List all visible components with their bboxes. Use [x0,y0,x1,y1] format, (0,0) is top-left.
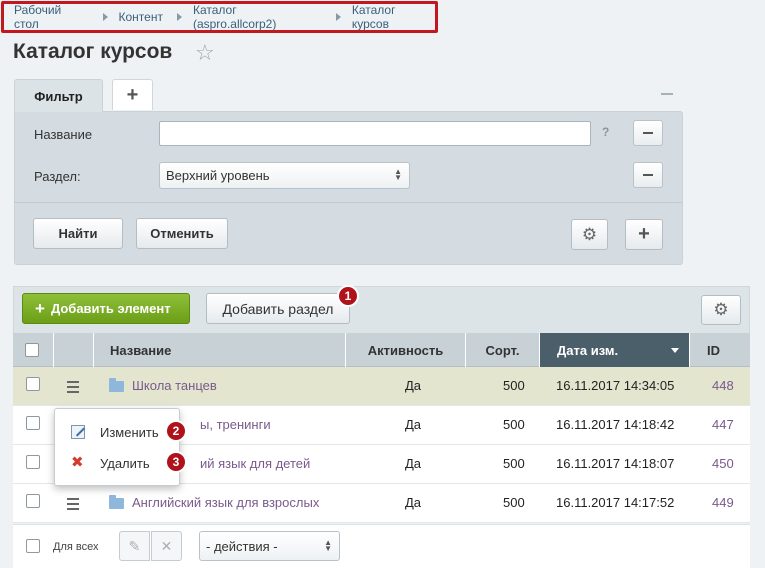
breadcrumb-item-courses[interactable]: Каталог курсов [352,3,435,31]
cancel-filter-button[interactable]: Отменить [136,218,228,249]
filter-settings-button[interactable]: ⚙ [571,219,608,250]
row-id[interactable]: 447 [712,417,734,432]
help-icon[interactable]: ? [602,125,609,139]
apply-all-checkbox[interactable] [26,539,40,553]
row-checkbox[interactable] [26,377,40,391]
add-element-label: Добавить элемент [50,301,171,316]
breadcrumb-separator-icon [176,13,182,21]
row-context-menu: Изменить ✖ Удалить [54,408,180,486]
for-all-label: Для всех [53,541,99,553]
row-sort: 500 [503,456,525,471]
page-title: Каталог курсов [13,40,173,63]
sort-desc-icon [671,348,679,353]
header-checkbox-cell [13,333,54,367]
section-select[interactable]: Верхний уровень ▲ ▼ [159,162,410,189]
row-id[interactable]: 450 [712,456,734,471]
plus-icon: + [638,223,650,245]
table-row[interactable]: Школа танцев Да 500 16.11.2017 14:34:05 … [13,367,750,406]
pencil-icon: ✎ [128,537,141,554]
row-id[interactable]: 449 [712,495,734,510]
close-icon: ✕ [160,537,173,554]
column-header-active[interactable]: Активность [346,333,466,367]
step-badge-1: 1 [337,285,359,307]
breadcrumb: Рабочий стол Контент Каталог (aspro.allc… [1,1,438,33]
minus-icon [643,174,653,176]
column-header-date[interactable]: Дата изм. [540,333,690,367]
grid-settings-button[interactable]: ⚙ [701,295,741,325]
delete-selected-button[interactable]: ✕ [151,531,182,561]
column-header-sort[interactable]: Сорт. [466,333,540,367]
edit-selected-button[interactable]: ✎ [119,531,150,561]
row-id[interactable]: 448 [712,378,734,393]
select-all-checkbox[interactable] [25,343,39,357]
breadcrumb-separator-icon [102,13,108,21]
find-button[interactable]: Найти [33,218,123,249]
name-input[interactable] [159,121,591,146]
add-filter-tab-button[interactable]: + [112,79,153,110]
column-header-name[interactable]: Название [94,333,346,367]
column-header-id[interactable]: ID [690,333,750,367]
folder-icon [109,378,124,392]
row-active: Да [405,456,422,471]
row-date: 16.11.2017 14:34:05 [556,378,675,393]
row-date: 16.11.2017 14:18:42 [556,417,675,432]
plus-icon: + [126,83,139,106]
header-actions-cell [54,333,94,367]
gear-icon: ⚙ [713,300,729,319]
menu-item-edit-label: Изменить [100,424,159,440]
menu-item-delete-label: Удалить [100,455,150,471]
row-date: 16.11.2017 14:18:07 [556,456,675,471]
row-checkbox[interactable] [26,455,40,469]
step-badge-2: 2 [165,420,187,442]
breadcrumb-item-desktop[interactable]: Рабочий стол [14,3,89,31]
row-name-link[interactable]: Английский язык для взрослых [132,495,319,510]
plus-icon: + [35,298,45,318]
breadcrumb-item-catalog[interactable]: Каталог (aspro.allcorp2) [193,3,322,31]
minus-icon [643,132,653,134]
step-badge-3: 3 [165,451,187,473]
row-sort: 500 [503,495,525,510]
select-arrows-icon: ▲ ▼ [394,167,402,182]
menu-item-edit[interactable]: Изменить [55,419,179,445]
add-filter-field-button[interactable]: + [625,219,663,250]
actions-select-value: - действия - [206,538,278,554]
gear-icon: ⚙ [581,224,598,244]
table-row[interactable]: Английский язык для взрослых Да 500 16.1… [13,484,750,523]
delete-icon: ✖ [71,454,84,471]
edit-icon [71,425,85,439]
select-arrows-icon: ▲ ▼ [324,538,332,553]
section-select-value: Верхний уровень [166,168,270,183]
minimize-filter-icon[interactable] [661,93,673,95]
row-active: Да [405,495,422,510]
row-date: 16.11.2017 14:17:52 [556,495,675,510]
row-sort: 500 [503,417,525,432]
row-menu-icon[interactable] [67,498,79,513]
row-sort: 500 [503,378,525,393]
remove-name-field-button[interactable] [633,120,663,146]
add-section-button[interactable]: Добавить раздел [206,293,350,324]
name-field-label: Название [34,127,93,142]
breadcrumb-separator-icon [335,13,341,21]
column-header-date-label: Дата изм. [557,342,619,358]
add-element-button[interactable]: + Добавить элемент [22,293,190,324]
row-checkbox[interactable] [26,494,40,508]
breadcrumb-item-content[interactable]: Контент [119,10,163,24]
row-menu-icon[interactable] [67,381,79,396]
folder-icon [109,495,124,509]
row-active: Да [405,417,422,432]
row-name-link[interactable]: ий язык для детей [200,456,310,471]
actions-select[interactable]: - действия - ▲ ▼ [199,531,340,561]
row-checkbox[interactable] [26,416,40,430]
filter-divider [14,202,683,203]
row-name-link[interactable]: ы, тренинги [200,417,271,432]
row-active: Да [405,378,422,393]
menu-item-delete[interactable]: ✖ Удалить [55,450,179,476]
row-name-link[interactable]: Школа танцев [132,378,217,393]
section-field-label: Раздел: [34,169,81,184]
star-icon[interactable]: ☆ [195,40,215,66]
tab-filter[interactable]: Фильтр [14,79,103,112]
remove-section-field-button[interactable] [633,162,663,188]
